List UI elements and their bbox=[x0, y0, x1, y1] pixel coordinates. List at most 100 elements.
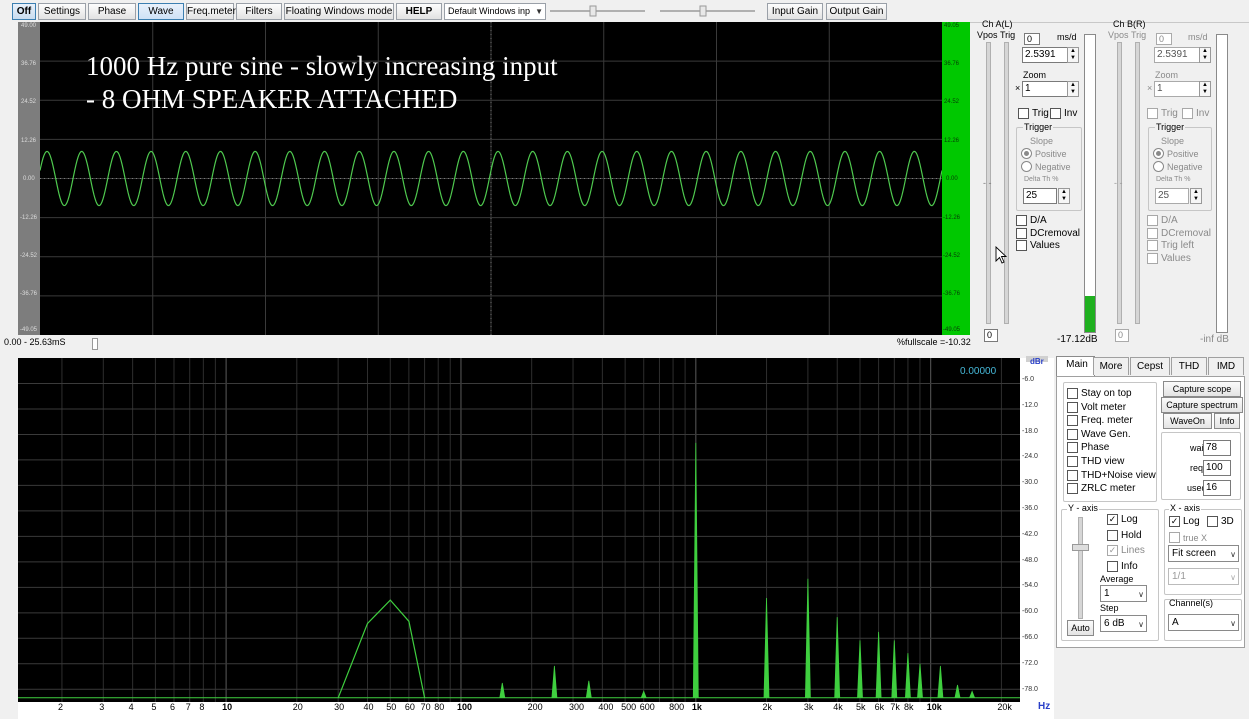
off-button[interactable]: Off bbox=[12, 3, 36, 20]
wait-field[interactable]: 78 bbox=[1203, 440, 1231, 456]
tab-cepst[interactable]: Cepst bbox=[1130, 357, 1170, 375]
chb-msd-field[interactable]: 2.5391 bbox=[1154, 47, 1200, 63]
chb-zoom-spinner[interactable]: ▲ ▼ bbox=[1199, 81, 1211, 97]
info-button[interactable]: Info bbox=[1214, 413, 1240, 429]
cha-positive-radio[interactable]: Positive bbox=[1021, 148, 1067, 159]
chb-delta-field[interactable]: 25 bbox=[1155, 188, 1189, 204]
y-info-checkbox[interactable]: Info bbox=[1107, 561, 1138, 572]
x-3d-checkbox[interactable]: 3D bbox=[1207, 516, 1234, 527]
cha-zoom-field[interactable]: 1 bbox=[1022, 81, 1068, 97]
spectrum-ytick: -12.0 bbox=[1022, 401, 1038, 409]
option-checkbox[interactable]: THD+Noise view bbox=[1067, 469, 1156, 481]
y-log-checkbox[interactable]: ✓ Log bbox=[1107, 514, 1138, 525]
cha-msd-field[interactable]: 2.5391 bbox=[1022, 47, 1068, 63]
spectrum-xtick: 10 bbox=[222, 702, 233, 712]
cha-zero-field[interactable]: 0 bbox=[1024, 33, 1040, 45]
cha-delta-spinner[interactable]: ▲ ▼ bbox=[1058, 188, 1070, 204]
scope-ytick: 0.00 bbox=[23, 176, 35, 182]
chb-zoom-field[interactable]: 1 bbox=[1154, 81, 1200, 97]
cha-inv-checkbox[interactable]: Inv bbox=[1050, 108, 1077, 119]
y-hold-checkbox[interactable]: Hold bbox=[1107, 530, 1142, 541]
spectrum-ytick: -66.0 bbox=[1022, 634, 1038, 641]
truex-checkbox[interactable]: true X bbox=[1169, 532, 1207, 543]
chb-zero-field[interactable]: 0 bbox=[1156, 33, 1172, 45]
fit-screen-select[interactable]: Fit screen ∨ bbox=[1168, 545, 1239, 562]
y-lines-checkbox[interactable]: ✓ Lines bbox=[1107, 545, 1145, 556]
channel-select[interactable]: A ∨ bbox=[1168, 614, 1239, 631]
option-checkbox[interactable]: Volt meter bbox=[1067, 401, 1126, 413]
freq-meter-button[interactable]: Freq.meter bbox=[186, 3, 236, 20]
spectrum-xtick: 400 bbox=[598, 702, 614, 712]
option-checkbox[interactable]: Wave Gen. bbox=[1067, 428, 1131, 440]
toolbar-sliders[interactable] bbox=[550, 4, 760, 18]
time-scroll-thumb[interactable] bbox=[92, 338, 98, 350]
chb-inv-checkbox[interactable]: Inv bbox=[1182, 108, 1209, 119]
spectrum-ytick: -54.0 bbox=[1022, 582, 1038, 590]
chb-dcremoval-checkbox[interactable]: DCremoval bbox=[1147, 228, 1211, 239]
cha-delta-field[interactable]: 25 bbox=[1023, 188, 1057, 204]
cha-values-checkbox[interactable]: Values bbox=[1016, 240, 1060, 251]
cha-dcremoval-checkbox[interactable]: DCremoval bbox=[1016, 228, 1080, 239]
used-field[interactable]: 16 bbox=[1203, 480, 1231, 496]
tab-thd[interactable]: THD bbox=[1171, 357, 1207, 375]
req-field[interactable]: 100 bbox=[1203, 460, 1231, 476]
ratio-select[interactable]: 1/1 ∨ bbox=[1168, 568, 1239, 585]
auto-button[interactable]: Auto bbox=[1067, 620, 1094, 636]
chb-trig-slider[interactable] bbox=[1135, 42, 1140, 324]
x-log-checkbox[interactable]: ✓ Log bbox=[1169, 516, 1200, 527]
cha-negative-radio[interactable]: Negative bbox=[1021, 161, 1071, 172]
waveon-button[interactable]: WaveOn bbox=[1163, 413, 1212, 429]
step-select[interactable]: 6 dB ∨ bbox=[1100, 615, 1147, 632]
chb-trig-checkbox[interactable]: Trig bbox=[1147, 108, 1178, 119]
chb-values-checkbox[interactable]: Values bbox=[1147, 253, 1191, 264]
settings-button[interactable]: Settings bbox=[38, 3, 86, 20]
filters-button[interactable]: Filters bbox=[236, 3, 282, 20]
spectrum-ytick: -18.0 bbox=[1022, 427, 1038, 435]
help-button[interactable]: HELP bbox=[396, 3, 442, 20]
option-checkbox[interactable]: Phase bbox=[1067, 442, 1109, 454]
y-axis-slider-thumb[interactable] bbox=[1072, 544, 1089, 551]
cha-trig-slider[interactable] bbox=[1004, 42, 1009, 324]
y-axis-slider[interactable] bbox=[1078, 517, 1083, 619]
cha-values-label: Values bbox=[1030, 240, 1060, 251]
capture-spectrum-button[interactable]: Capture spectrum bbox=[1161, 397, 1243, 413]
spectrum-display[interactable]: 0.00000 bbox=[18, 358, 1020, 702]
y-info-label: Info bbox=[1121, 561, 1138, 572]
cha-level-meter bbox=[1084, 34, 1096, 333]
tab-main[interactable]: Main bbox=[1056, 356, 1095, 377]
chb-delta-spinner[interactable]: ▲ ▼ bbox=[1190, 188, 1202, 204]
wave-button[interactable]: Wave bbox=[138, 3, 184, 20]
option-checkbox[interactable]: Freq. meter bbox=[1067, 415, 1133, 427]
chb-negative-radio[interactable]: Negative bbox=[1153, 161, 1203, 172]
output-gain-button[interactable]: Output Gain bbox=[826, 3, 887, 20]
checkbox-icon bbox=[1107, 561, 1118, 572]
windows-mode-select[interactable]: Default Windows inp ▼ bbox=[444, 3, 546, 20]
option-checkbox[interactable]: ZRLC meter bbox=[1067, 483, 1135, 495]
scope-title-line2: - 8 OHM SPEAKER ATTACHED bbox=[86, 84, 458, 114]
chb-msd-spinner[interactable]: ▲ ▼ bbox=[1199, 47, 1211, 63]
spectrum-hum-peak bbox=[337, 599, 426, 699]
cha-zoom-spinner[interactable]: ▲ ▼ bbox=[1067, 81, 1079, 97]
chb-level-db: -inf dB bbox=[1200, 334, 1229, 345]
option-checkbox[interactable]: THD view bbox=[1067, 456, 1124, 467]
checkbox-icon bbox=[1147, 215, 1158, 226]
scope-ytick-right: 36.76 bbox=[944, 61, 960, 67]
spectrum-harmonic bbox=[499, 682, 506, 698]
cha-trig-checkbox[interactable]: Trig bbox=[1018, 108, 1049, 119]
cha-da-checkbox[interactable]: D/A bbox=[1016, 215, 1047, 226]
cha-msd-spinner[interactable]: ▲ ▼ bbox=[1067, 47, 1079, 63]
input-gain-button[interactable]: Input Gain bbox=[767, 3, 823, 20]
x-axis-label: X - axis bbox=[1169, 503, 1202, 513]
average-select[interactable]: 1 ∨ bbox=[1100, 585, 1147, 602]
chb-da-checkbox[interactable]: D/A bbox=[1147, 215, 1178, 226]
floating-windows-button[interactable]: Floating Windows mode bbox=[284, 3, 394, 20]
capture-scope-button[interactable]: Capture scope bbox=[1163, 381, 1241, 397]
tab-imd[interactable]: IMD bbox=[1208, 357, 1244, 375]
chb-level-zero: 0 bbox=[1115, 329, 1129, 342]
chb-positive-radio[interactable]: Positive bbox=[1153, 148, 1199, 159]
chb-trigleft-checkbox[interactable]: Trig left bbox=[1147, 240, 1194, 251]
scope-title-line1: 1000 Hz pure sine - slowly increasing in… bbox=[86, 51, 558, 81]
option-checkbox[interactable]: Stay on top bbox=[1067, 388, 1132, 399]
tab-more[interactable]: More bbox=[1093, 357, 1129, 375]
phase-button[interactable]: Phase bbox=[88, 3, 136, 20]
